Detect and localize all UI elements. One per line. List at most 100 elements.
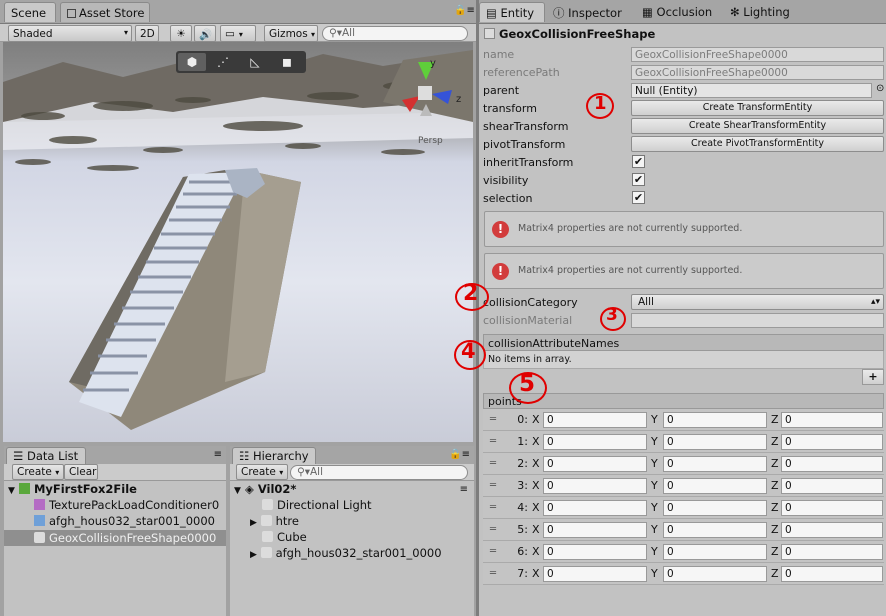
shading-dropdown[interactable]: Shaded ▾ [8, 25, 132, 42]
name-label: name [483, 48, 515, 61]
collision-material-field[interactable] [631, 313, 884, 328]
inherit-transform-checkbox[interactable]: ✔ [632, 155, 645, 168]
tab-data-list[interactable]: ☰ Data List [6, 447, 86, 464]
vertex-tool-button[interactable]: ⋰ [209, 53, 237, 71]
orientation-gizmo[interactable]: y z Persp [396, 58, 466, 146]
data-list-root[interactable]: ▼ MyFirstFox2File [8, 482, 137, 496]
list-item[interactable]: Cube [262, 530, 307, 544]
cube-tool-button[interactable]: ⬢ [178, 53, 206, 71]
drag-handle-icon[interactable]: ═ [490, 568, 496, 579]
panel-menu-icon[interactable]: 🔒≡ [454, 5, 475, 16]
face-tool-button[interactable]: ◼ [273, 53, 301, 71]
lighting-toggle[interactable]: ☀ [170, 25, 192, 42]
tab-inspector-label: Inspector [568, 6, 622, 20]
entity-title: GeoxCollisionFreeShape [484, 27, 655, 41]
point-x-input[interactable]: 0 [543, 412, 647, 428]
point-y-input[interactable]: 0 [663, 412, 767, 428]
list-item[interactable]: Directional Light [262, 498, 372, 512]
object-picker-icon[interactable]: ⊙ [876, 83, 884, 94]
tab-lighting-label: Lighting [743, 5, 790, 19]
point-y-input[interactable]: 0 [663, 478, 767, 494]
data-list-create-button[interactable]: Create ▾ [12, 464, 64, 480]
list-item[interactable]: afgh_hous032_star001_0000 [34, 514, 215, 528]
hierarchy-search-input[interactable]: ⚲▾All [290, 465, 468, 480]
create-pivot-transform-button[interactable]: Create PivotTransformEntity [631, 136, 884, 152]
point-x-input[interactable]: 0 [543, 456, 647, 472]
z-label: Z [771, 457, 779, 470]
hierarchy-create-button[interactable]: Create ▾ [236, 464, 288, 480]
point-y-input[interactable]: 0 [663, 566, 767, 582]
drag-handle-icon[interactable]: ═ [490, 524, 496, 535]
point-x-input[interactable]: 0 [543, 500, 647, 516]
gizmos-dropdown[interactable]: Gizmos ▾ [264, 25, 318, 42]
point-z-input[interactable]: 0 [781, 522, 883, 538]
parent-field[interactable]: Null (Entity) [631, 83, 872, 98]
point-y-input[interactable]: 0 [663, 456, 767, 472]
mode-2d-toggle[interactable]: 2D [135, 25, 159, 42]
scene-toolbar: Shaded ▾ 2D ☀ 🔊 ▭ ▾ Gizmos ▾ ⚲▾All [0, 24, 476, 42]
audio-toggle[interactable]: 🔊 [194, 25, 216, 42]
scene-menu-icon[interactable]: ≡ [460, 484, 468, 495]
collision-attribute-names-label: collisionAttributeNames [488, 337, 620, 350]
point-x-input[interactable]: 0 [543, 566, 647, 582]
create-transform-button[interactable]: Create TransformEntity [631, 100, 884, 116]
name-field[interactable]: GeoxCollisionFreeShape0000 [631, 47, 884, 62]
point-y-input[interactable]: 0 [663, 434, 767, 450]
list-item-selected[interactable]: GeoxCollisionFreeShape0000 [4, 530, 226, 546]
point-z-input[interactable]: 0 [781, 478, 883, 494]
list-item[interactable]: ▶ htre [250, 514, 299, 528]
scene-search-input[interactable]: ⚲▾All [322, 26, 468, 41]
tab-hierarchy[interactable]: ☷ Hierarchy [232, 447, 316, 464]
point-row: ═ 5: X 0 Y 0 Z 0 [483, 519, 884, 541]
point-z-input[interactable]: 0 [781, 412, 883, 428]
reference-path-field[interactable]: GeoxCollisionFreeShape0000 [631, 65, 884, 80]
drag-handle-icon[interactable]: ═ [490, 458, 496, 469]
point-x-input[interactable]: 0 [543, 434, 647, 450]
hierarchy-scene-root[interactable]: ▼ ◈ Vil02* [234, 482, 296, 496]
selection-label: selection [483, 192, 533, 205]
point-x-input[interactable]: 0 [543, 544, 647, 560]
chevron-down-icon: ▾ [238, 30, 243, 39]
effects-dropdown[interactable]: ▭ ▾ [220, 25, 256, 42]
tab-entity-label: Entity [500, 6, 535, 20]
tab-asset-store[interactable]: Asset Store [60, 2, 150, 22]
point-z-input[interactable]: 0 [781, 456, 883, 472]
collision-category-dropdown[interactable]: Alll ▴▾ [631, 294, 884, 310]
drag-handle-icon[interactable]: ═ [490, 546, 496, 557]
z-label: Z [771, 501, 779, 514]
panel-menu-icon[interactable]: 🔒≡ [449, 449, 470, 460]
tab-scene[interactable]: Scene [4, 2, 56, 22]
grid-icon [34, 515, 45, 526]
point-y-input[interactable]: 0 [663, 500, 767, 516]
point-z-input[interactable]: 0 [781, 544, 883, 560]
point-z-input[interactable]: 0 [781, 434, 883, 450]
point-z-input[interactable]: 0 [781, 566, 883, 582]
add-item-button[interactable]: + [862, 369, 884, 385]
drag-handle-icon[interactable]: ═ [490, 414, 496, 425]
drag-handle-icon[interactable]: ═ [490, 480, 496, 491]
drag-handle-icon[interactable]: ═ [490, 502, 496, 513]
tab-scene-label: Scene [11, 6, 47, 20]
panel-menu-icon[interactable]: ≡ [214, 449, 222, 460]
list-item[interactable]: TexturePackLoadConditioner0 [34, 498, 219, 512]
visibility-checkbox[interactable]: ✔ [632, 173, 645, 186]
tab-inspector[interactable]: ⓘ Inspector [553, 5, 622, 21]
data-list-clear-button[interactable]: Clear [64, 464, 98, 480]
point-x-input[interactable]: 0 [543, 478, 647, 494]
drag-handle-icon[interactable]: ═ [490, 436, 496, 447]
list-item[interactable]: ▶ afgh_hous032_star001_0000 [250, 546, 442, 560]
tab-entity[interactable]: ▤ Entity [479, 2, 545, 22]
point-x-input[interactable]: 0 [543, 522, 647, 538]
z-label: Z [771, 479, 779, 492]
edge-tool-button[interactable]: ◺ [241, 53, 269, 71]
point-row: ═ 1: X 0 Y 0 Z 0 [483, 431, 884, 453]
point-y-input[interactable]: 0 [663, 544, 767, 560]
point-z-input[interactable]: 0 [781, 500, 883, 516]
tab-lighting[interactable]: ✻ Lighting [730, 5, 790, 19]
point-y-input[interactable]: 0 [663, 522, 767, 538]
scene-viewport[interactable]: ⬢ ⋰ ◺ ◼ y z Persp [3, 42, 473, 442]
create-shear-transform-button[interactable]: Create ShearTransformEntity [631, 118, 884, 134]
collision-attribute-names-header[interactable]: collisionAttributeNames [483, 334, 884, 351]
tab-occlusion[interactable]: ▦ Occlusion [642, 5, 712, 19]
selection-checkbox[interactable]: ✔ [632, 191, 645, 204]
